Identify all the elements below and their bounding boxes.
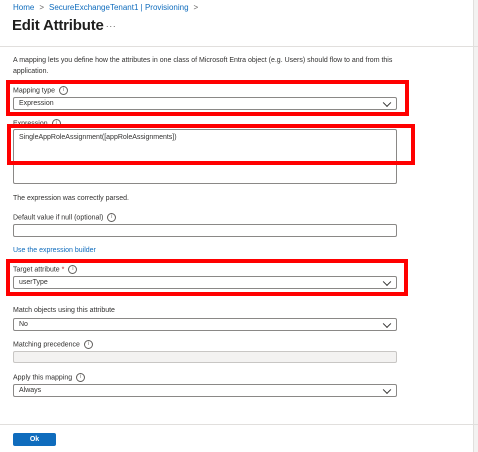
parse-status-text: The expression was correctly parsed.	[13, 195, 129, 202]
expression-textarea[interactable]: SingleAppRoleAssignment([appRoleAssignme…	[13, 129, 397, 184]
default-value-label: Default value if null (optional) i	[13, 213, 117, 222]
target-attribute-value: userType	[19, 279, 48, 286]
expression-label-text: Expression	[13, 120, 48, 128]
target-attribute-label-text: Target attribute	[13, 266, 60, 274]
target-attribute-dropdown[interactable]: userType	[13, 276, 397, 289]
chevron-down-icon	[382, 385, 392, 394]
more-options-icon[interactable]: ...	[106, 19, 117, 29]
info-icon[interactable]: i	[51, 119, 61, 128]
info-icon[interactable]: i	[76, 373, 86, 382]
footer-divider	[0, 424, 478, 425]
apply-mapping-label: Apply this mapping i	[13, 373, 86, 382]
mapping-type-label: Mapping type i	[13, 86, 69, 95]
apply-mapping-value: Always	[19, 387, 42, 394]
header-divider	[0, 46, 478, 47]
description-text: A mapping lets you define how the attrib…	[13, 57, 393, 75]
chevron-down-icon	[382, 98, 392, 107]
info-icon[interactable]: i	[83, 340, 93, 349]
info-icon[interactable]: i	[107, 213, 117, 222]
match-objects-label: Match objects using this attribute	[13, 307, 115, 314]
matching-precedence-label-text: Matching precedence	[13, 341, 80, 349]
default-value-label-text: Default value if null (optional)	[13, 214, 104, 222]
mapping-type-dropdown[interactable]: Expression	[13, 97, 397, 110]
match-objects-dropdown[interactable]: No	[13, 318, 397, 331]
ok-button[interactable]: Ok	[13, 433, 56, 446]
required-marker: *	[61, 266, 65, 274]
mapping-type-label-text: Mapping type	[13, 87, 56, 95]
matching-precedence-input	[13, 351, 397, 363]
breadcrumb: Home > SecureExchangeTenant1 | Provisionin…	[13, 3, 203, 12]
info-icon[interactable]: i	[68, 265, 78, 274]
breadcrumb-home-link[interactable]: Home	[13, 3, 34, 12]
apply-mapping-dropdown[interactable]: Always	[13, 384, 397, 397]
expression-value: SingleAppRoleAssignment([appRoleAssignme…	[19, 134, 177, 141]
mapping-type-value: Expression	[19, 100, 54, 107]
target-attribute-label: Target attribute * i	[13, 265, 78, 274]
apply-mapping-label-text: Apply this mapping	[13, 374, 73, 382]
breadcrumb-separator-icon: >	[39, 3, 45, 12]
chevron-down-icon	[382, 277, 392, 286]
default-value-input[interactable]	[13, 224, 397, 237]
matching-precedence-label: Matching precedence i	[13, 340, 93, 349]
breadcrumb-separator-icon: >	[193, 3, 199, 12]
match-objects-value: No	[19, 321, 28, 328]
scrollbar-track[interactable]	[473, 0, 478, 452]
expression-label: Expression i	[13, 119, 61, 128]
info-icon[interactable]: i	[59, 86, 69, 95]
page-title: Edit Attribute	[12, 17, 104, 34]
expression-builder-link[interactable]: Use the expression builder	[13, 247, 96, 254]
breadcrumb-tenant-link[interactable]: SecureExchangeTenant1 | Provisioning	[49, 3, 189, 12]
chevron-down-icon	[382, 319, 392, 328]
